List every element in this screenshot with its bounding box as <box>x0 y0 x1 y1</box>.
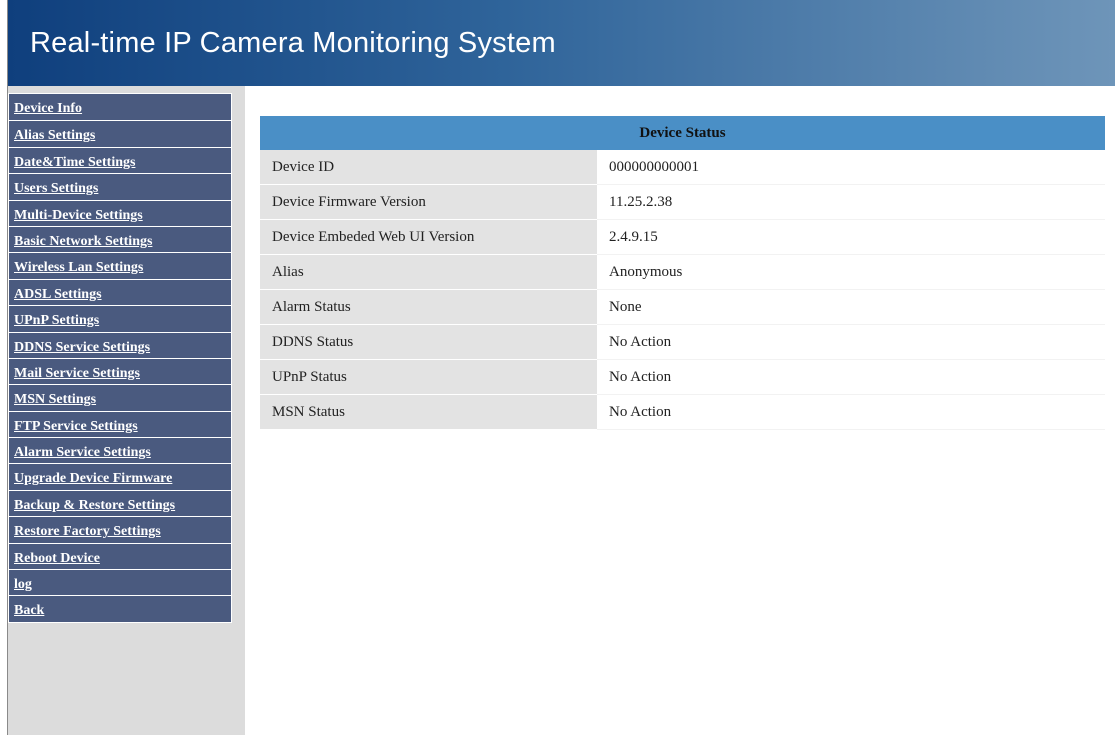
window-left-border <box>0 0 8 735</box>
sidebar-item-ftp-service-settings[interactable]: FTP Service Settings <box>9 410 231 438</box>
table-row: UPnP Status No Action <box>260 359 1105 395</box>
row-value: No Action <box>597 394 1105 430</box>
sidebar-nav: Device Info Alias Settings Date&Time Set… <box>8 93 232 623</box>
device-status-table: Device Status Device ID 000000000001 Dev… <box>260 116 1105 430</box>
table-row: DDNS Status No Action <box>260 324 1105 360</box>
sidebar-item-reboot-device[interactable]: Reboot Device <box>9 542 231 570</box>
row-value: No Action <box>597 359 1105 395</box>
sidebar-item-msn-settings[interactable]: MSN Settings <box>9 384 231 411</box>
app-header: Real-time IP Camera Monitoring System <box>8 0 1115 86</box>
table-row: Device Firmware Version 11.25.2.38 <box>260 184 1105 220</box>
sidebar-item-users-settings[interactable]: Users Settings <box>9 173 231 200</box>
row-value: 11.25.2.38 <box>597 184 1105 220</box>
table-row: Device Embeded Web UI Version 2.4.9.15 <box>260 219 1105 255</box>
row-label: Device ID <box>260 150 597 185</box>
row-value: Anonymous <box>597 254 1105 290</box>
sidebar-item-back[interactable]: Back <box>9 595 231 622</box>
row-label: MSN Status <box>260 394 597 430</box>
sidebar-item-adsl-settings[interactable]: ADSL Settings <box>9 278 231 306</box>
sidebar-item-upnp-settings[interactable]: UPnP Settings <box>9 305 231 332</box>
sidebar-item-date-time-settings[interactable]: Date&Time Settings <box>9 146 231 174</box>
sidebar-item-alarm-service-settings[interactable]: Alarm Service Settings <box>9 437 231 464</box>
sidebar: Device Info Alias Settings Date&Time Set… <box>8 86 245 735</box>
row-value: 000000000001 <box>597 150 1105 185</box>
sidebar-item-alias-settings[interactable]: Alias Settings <box>9 120 231 147</box>
row-label: Device Firmware Version <box>260 184 597 220</box>
row-label: UPnP Status <box>260 359 597 395</box>
sidebar-item-ddns-service-settings[interactable]: DDNS Service Settings <box>9 331 231 358</box>
sidebar-item-basic-network-settings[interactable]: Basic Network Settings <box>9 225 231 253</box>
sidebar-item-device-info[interactable]: Device Info <box>9 94 231 121</box>
table-title: Device Status <box>260 116 1105 150</box>
sidebar-item-multi-device-settings[interactable]: Multi-Device Settings <box>9 199 231 226</box>
row-label: DDNS Status <box>260 324 597 360</box>
sidebar-item-upgrade-device-firmware[interactable]: Upgrade Device Firmware <box>9 463 231 490</box>
sidebar-item-wireless-lan-settings[interactable]: Wireless Lan Settings <box>9 252 231 279</box>
sidebar-item-backup-restore-settings[interactable]: Backup & Restore Settings <box>9 489 231 517</box>
row-value: 2.4.9.15 <box>597 219 1105 255</box>
row-value: No Action <box>597 324 1105 360</box>
sidebar-item-restore-factory-settings[interactable]: Restore Factory Settings <box>9 516 231 543</box>
table-row: MSN Status No Action <box>260 394 1105 430</box>
table-row: Device ID 000000000001 <box>260 150 1105 185</box>
row-label: Device Embeded Web UI Version <box>260 219 597 255</box>
sidebar-item-log[interactable]: log <box>9 569 231 596</box>
table-row: Alarm Status None <box>260 289 1105 325</box>
row-label: Alarm Status <box>260 289 597 325</box>
row-label: Alias <box>260 254 597 290</box>
table-row: Alias Anonymous <box>260 254 1105 290</box>
table-header-row: Device Status <box>260 116 1105 150</box>
row-value: None <box>597 289 1105 325</box>
sidebar-item-mail-service-settings[interactable]: Mail Service Settings <box>9 357 231 385</box>
page-title: Real-time IP Camera Monitoring System <box>30 27 556 59</box>
